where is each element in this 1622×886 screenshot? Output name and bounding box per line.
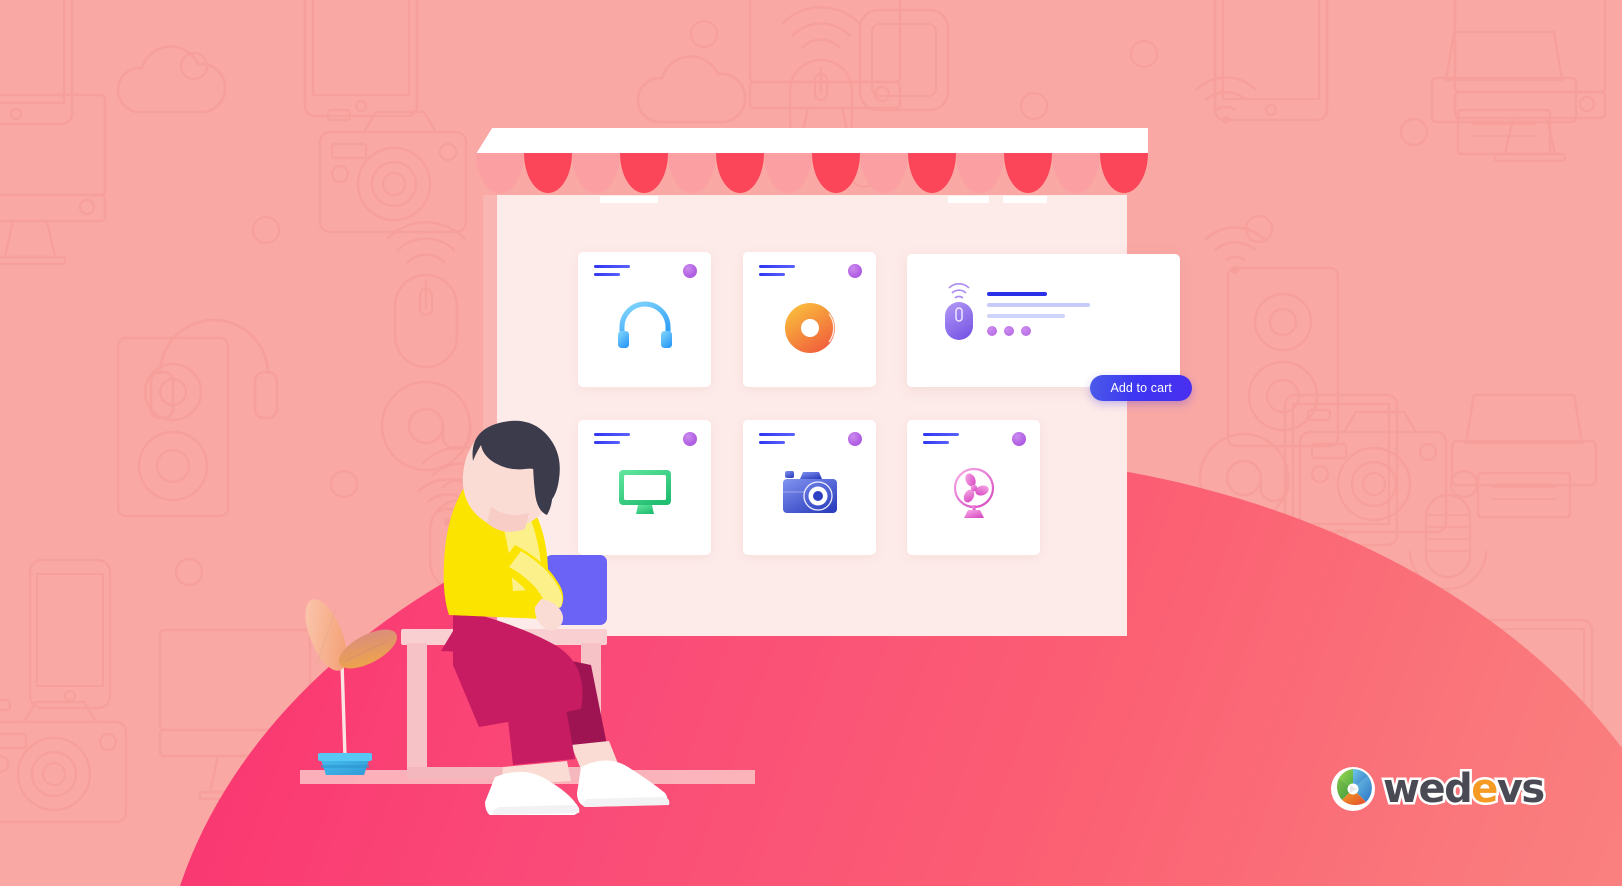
- add-to-cart-button[interactable]: Add to cart: [1090, 375, 1192, 401]
- placeholder-line: [594, 265, 630, 268]
- placeholder-line: [923, 433, 959, 436]
- placeholder-line: [759, 433, 795, 436]
- featured-desc-line: [987, 314, 1065, 318]
- product-badge-dot[interactable]: [848, 432, 862, 446]
- placeholder-line: [923, 441, 949, 444]
- product-title-placeholder: [594, 265, 630, 281]
- awning-scallop: [860, 153, 908, 193]
- featured-desc-line: [987, 303, 1090, 307]
- logo-text-highlight: e: [1469, 764, 1501, 815]
- storefront-nav-bar: [600, 196, 658, 203]
- awning-scallop: [1100, 153, 1148, 193]
- placeholder-line: [759, 441, 785, 444]
- product-card-camera[interactable]: [743, 420, 876, 555]
- storefront-nav-bar: [948, 196, 989, 203]
- product-card-disc[interactable]: [743, 252, 876, 387]
- awning-scallops: [476, 153, 1148, 193]
- awning-scallop: [1004, 153, 1052, 193]
- product-card-headphones[interactable]: [578, 252, 711, 387]
- awning-scallop: [716, 153, 764, 193]
- logo-text-prefix: wed: [1380, 764, 1475, 815]
- product-card-fan[interactable]: [907, 420, 1040, 555]
- awning-scallop: [620, 153, 668, 193]
- potted-plant: [290, 585, 400, 780]
- fan-icon: [907, 467, 1040, 519]
- swatch-dot[interactable]: [987, 326, 997, 336]
- awning-scallop: [1052, 153, 1100, 193]
- product-badge-dot[interactable]: [848, 264, 862, 278]
- wedevs-wordmark: wedevs: [1380, 764, 1547, 815]
- product-title-placeholder: [759, 433, 795, 449]
- disc-icon: [743, 302, 876, 354]
- product-badge-dot[interactable]: [1012, 432, 1026, 446]
- camera-icon: [743, 470, 876, 516]
- placeholder-line: [759, 273, 785, 276]
- product-title-placeholder: [923, 433, 959, 449]
- awning-scallop: [956, 153, 1004, 193]
- awning-scallop: [764, 153, 812, 193]
- featured-swatch-dots[interactable]: [987, 326, 1031, 336]
- awning-scallop: [476, 153, 524, 193]
- logo-text-suffix: vs: [1494, 764, 1547, 815]
- awning-scallop: [524, 153, 572, 193]
- product-title-placeholder: [759, 265, 795, 281]
- awning-scallop: [668, 153, 716, 193]
- swatch-dot[interactable]: [1021, 326, 1031, 336]
- awning-top-board: [476, 128, 1148, 154]
- product-badge-dot[interactable]: [683, 264, 697, 278]
- seated-person-with-tablet: [395, 415, 745, 820]
- featured-title-line: [987, 292, 1047, 296]
- wedevs-logo[interactable]: wedevs: [1330, 764, 1548, 815]
- wedevs-pinwheel-icon: [1331, 767, 1375, 811]
- featured-product-card[interactable]: Add to cart: [907, 254, 1192, 401]
- awning-scallop: [812, 153, 860, 193]
- placeholder-line: [759, 265, 795, 268]
- placeholder-line: [594, 273, 620, 276]
- awning-scallop: [908, 153, 956, 193]
- swatch-dot[interactable]: [1004, 326, 1014, 336]
- featured-text-placeholder: [987, 292, 1090, 325]
- awning-scallop: [572, 153, 620, 193]
- headphones-icon: [578, 300, 711, 350]
- storefront-nav-bar: [1003, 196, 1047, 203]
- illustration-canvas: Add to cart wedevs: [0, 0, 1622, 886]
- wireless-mouse-icon: [937, 282, 981, 347]
